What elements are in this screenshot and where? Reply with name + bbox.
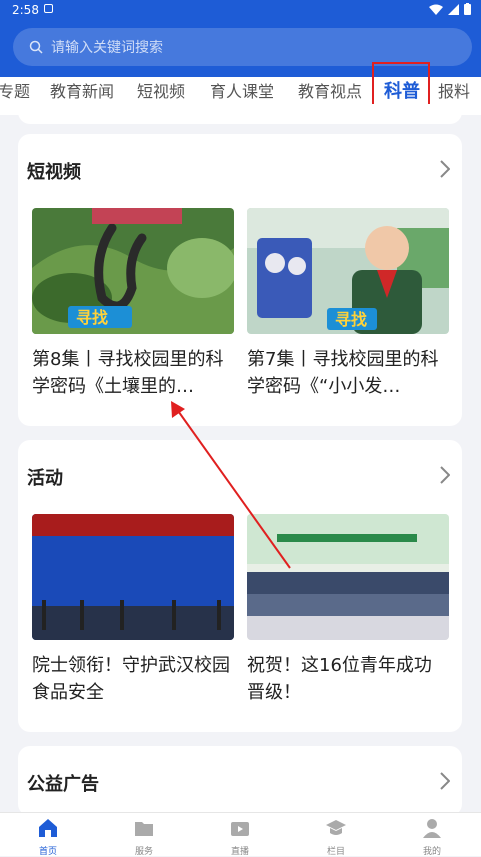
folder-icon [135,822,153,836]
tv-icon [231,822,249,836]
nav-services-label: 服务 [134,847,153,857]
nav-columns-label: 栏目 [326,847,345,857]
nav-home-label: 首页 [38,847,57,857]
nav-services[interactable]: 服务 [114,817,174,857]
nav-me-label: 我的 [422,847,441,857]
nav-me[interactable]: 我的 [402,817,462,857]
graduation-cap-icon [326,820,346,835]
nav-live-label: 直播 [230,847,249,857]
annotation-arrow [171,401,291,569]
home-icon [39,819,57,837]
bottom-nav: 首页 服务 直播 栏目 我的 [0,812,481,857]
nav-home[interactable]: 首页 [18,817,78,857]
user-icon [423,819,441,838]
nav-live[interactable]: 直播 [210,817,270,857]
nav-columns[interactable]: 栏目 [306,817,366,857]
